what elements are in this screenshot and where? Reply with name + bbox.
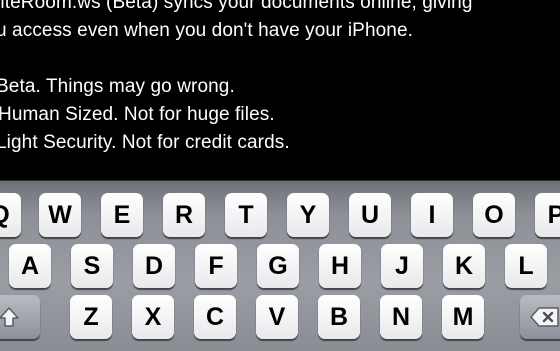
key-z[interactable]: Z: [70, 295, 112, 339]
key-g[interactable]: G: [257, 244, 299, 288]
key-y[interactable]: Y: [287, 193, 329, 237]
key-f[interactable]: F: [195, 244, 237, 288]
key-q[interactable]: Q: [0, 193, 21, 237]
key-o[interactable]: O: [473, 193, 515, 237]
key-i[interactable]: I: [411, 193, 453, 237]
key-m[interactable]: M: [442, 295, 484, 339]
document-line: u access even when you don't have your i…: [0, 20, 413, 41]
key-j[interactable]: J: [381, 244, 423, 288]
shift-arrow-icon: [0, 306, 20, 328]
backspace-icon: [530, 306, 560, 328]
document-line: riteRoom.ws (Beta) syncs your documents …: [0, 0, 473, 13]
key-d[interactable]: D: [133, 244, 175, 288]
key-v[interactable]: V: [256, 295, 298, 339]
shift-key[interactable]: [0, 295, 40, 339]
key-s[interactable]: S: [71, 244, 113, 288]
key-t[interactable]: T: [225, 193, 267, 237]
document-text-area[interactable]: riteRoom.ws (Beta) syncs your documents …: [0, 0, 560, 180]
document-line: Human Sized. Not for huge files.: [0, 104, 275, 125]
key-p[interactable]: P: [535, 193, 560, 237]
key-n[interactable]: N: [380, 295, 422, 339]
key-b[interactable]: B: [318, 295, 360, 339]
key-w[interactable]: W: [39, 193, 81, 237]
document-line: Light Security. Not for credit cards.: [0, 132, 290, 153]
key-k[interactable]: K: [443, 244, 485, 288]
key-r[interactable]: R: [163, 193, 205, 237]
key-u[interactable]: U: [349, 193, 391, 237]
on-screen-keyboard: Q W E R T Y U I O P A S D F G H J K L Z …: [0, 180, 560, 351]
key-x[interactable]: X: [132, 295, 174, 339]
key-h[interactable]: H: [319, 244, 361, 288]
key-a[interactable]: A: [9, 244, 51, 288]
key-l[interactable]: L: [505, 244, 547, 288]
key-c[interactable]: C: [194, 295, 236, 339]
document-line: Beta. Things may go wrong.: [0, 76, 235, 97]
key-e[interactable]: E: [101, 193, 143, 237]
delete-key[interactable]: [520, 295, 560, 339]
